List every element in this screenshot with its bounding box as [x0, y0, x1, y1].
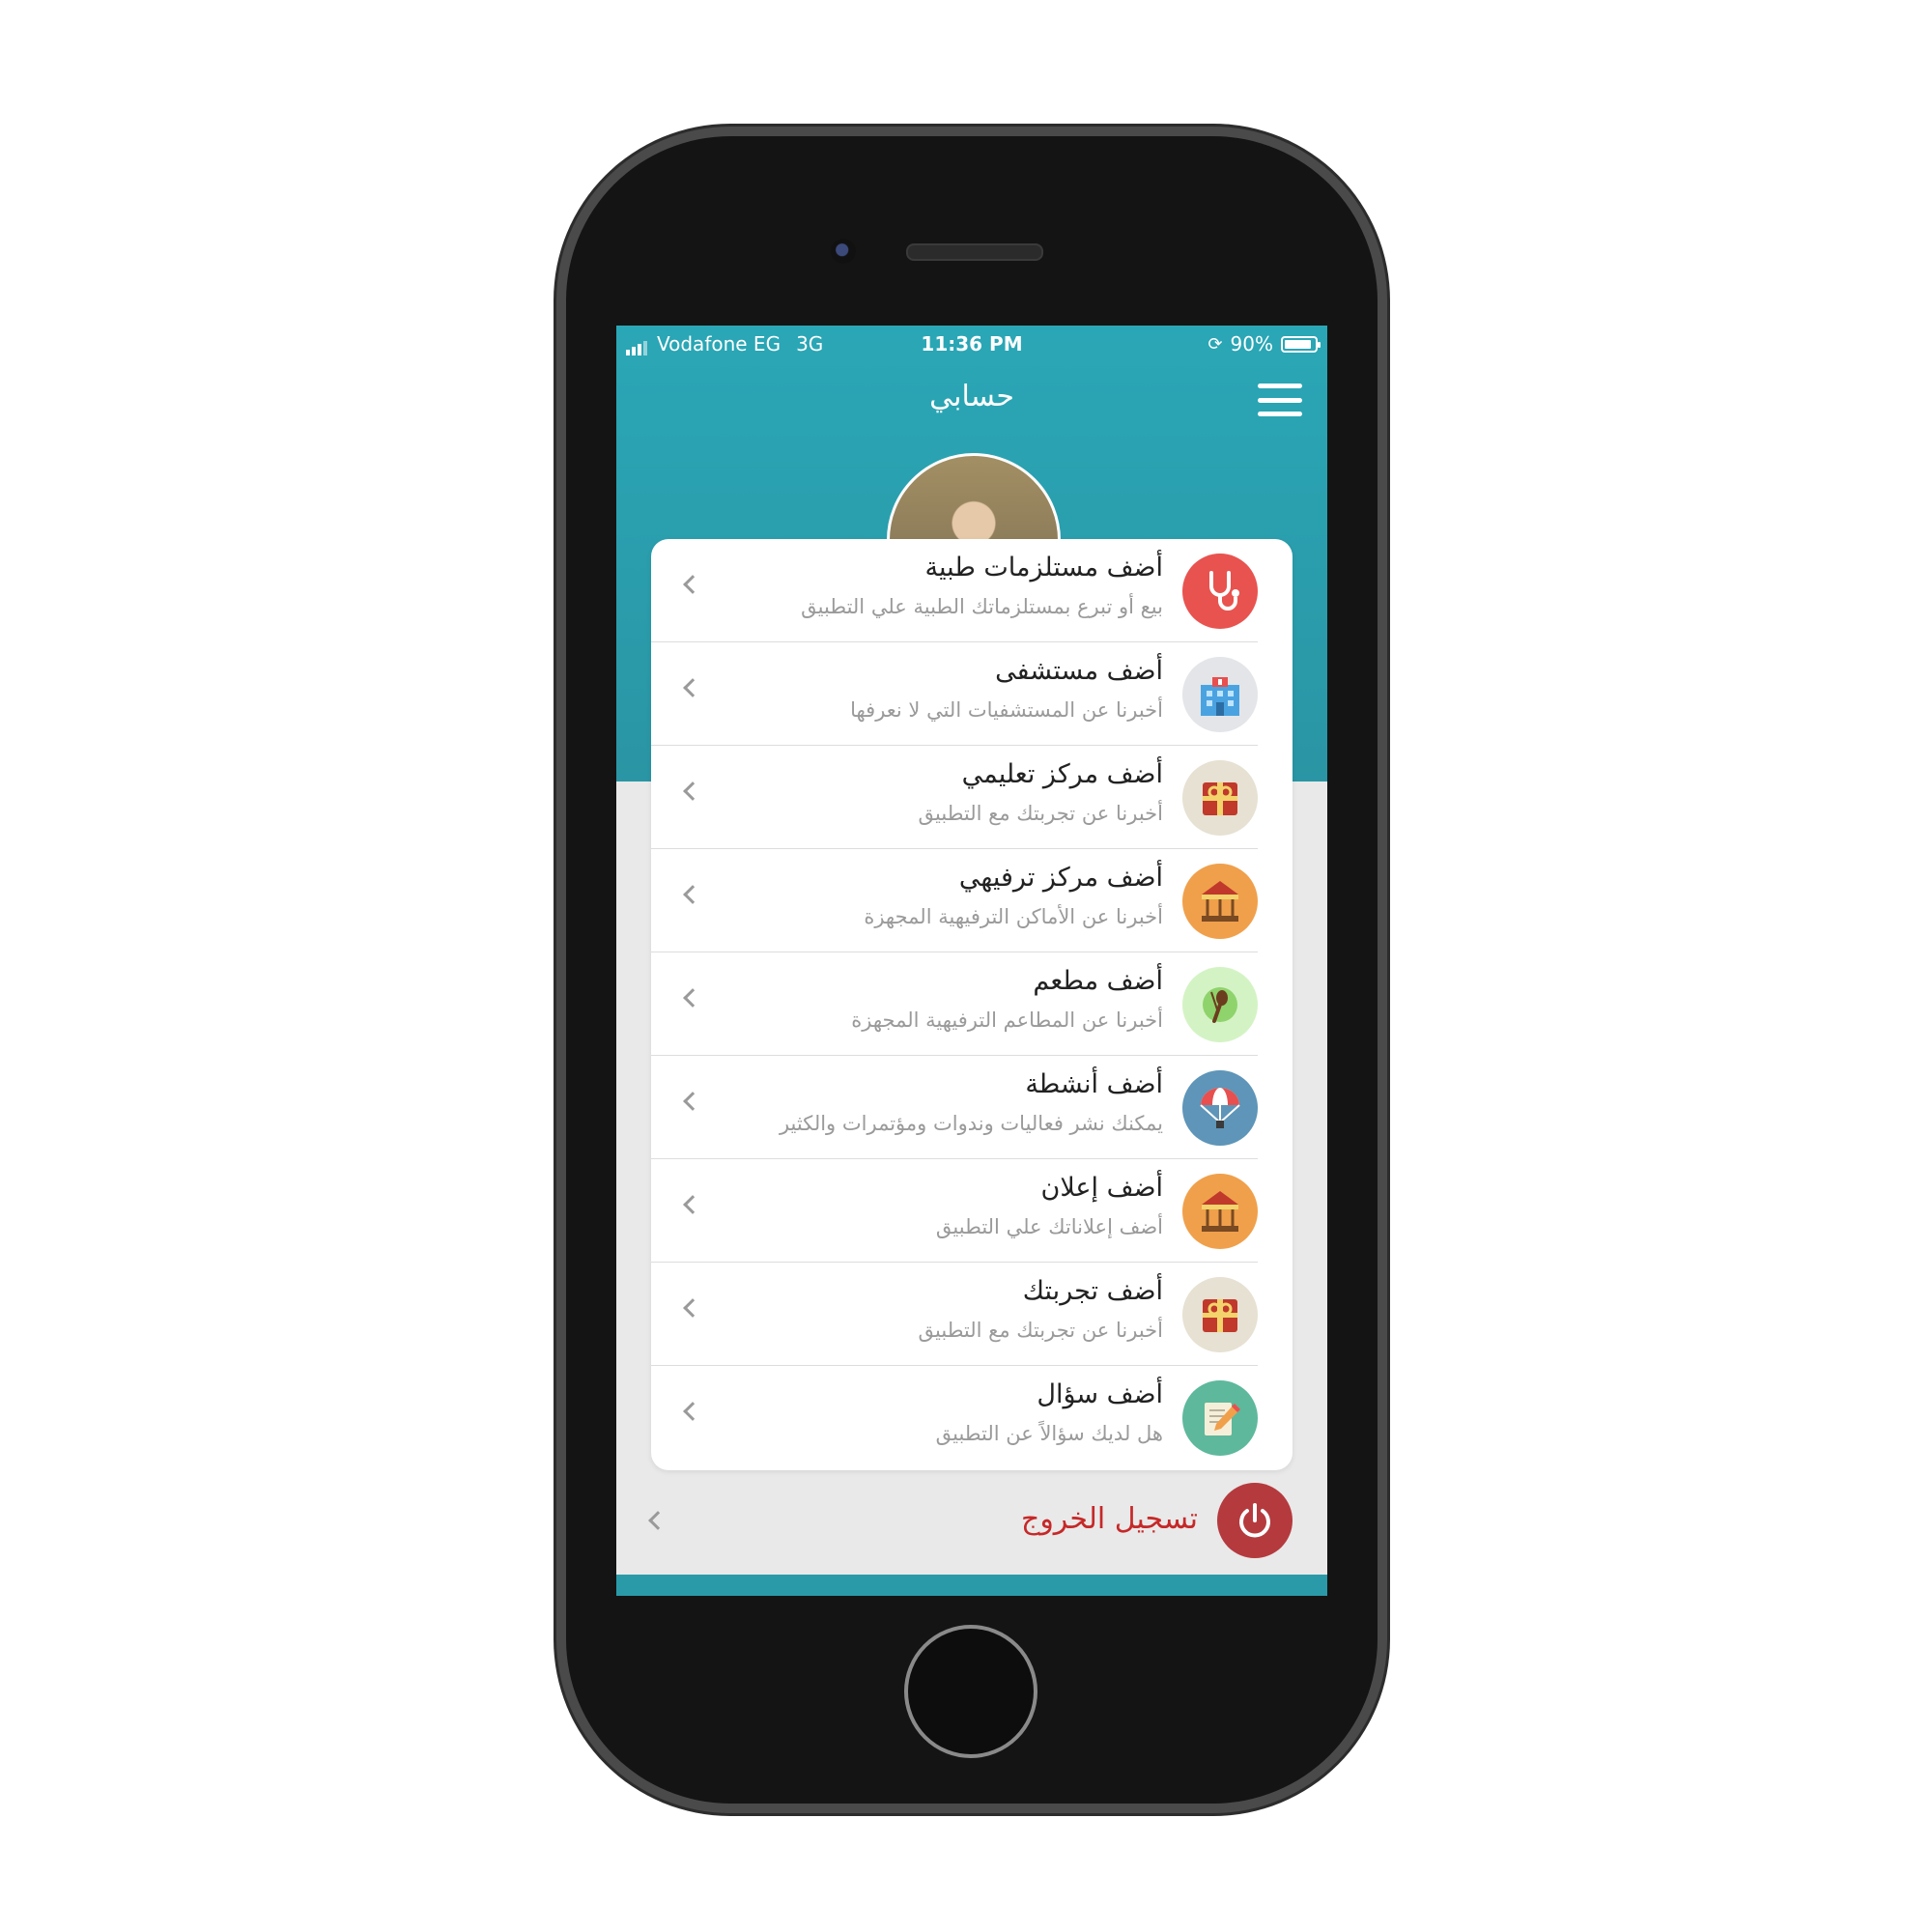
gift-icon [1182, 1277, 1258, 1352]
menu-item-title: أضف سؤال [1037, 1379, 1163, 1409]
volume-up-button [558, 491, 566, 612]
menu-item-subtitle: أخبرنا عن تجربتك مع التطبيق [918, 1319, 1163, 1342]
menu-item-subtitle: أخبرنا عن تجربتك مع التطبيق [918, 802, 1163, 825]
spoon-fork-icon [1182, 967, 1258, 1042]
home-button[interactable] [904, 1625, 1037, 1758]
menu-item[interactable]: أضف أنشطة يمكنك نشر فعاليات وندوات ومؤتمر… [651, 1056, 1293, 1159]
status-bar: Vodafone EG 3G 11:36 PM ⟳ 90% [616, 326, 1327, 360]
rotation-lock-icon: ⟳ [1208, 333, 1223, 355]
page-title: حسابي [929, 380, 1014, 413]
volume-down-button [558, 645, 566, 767]
chevron-left-icon [648, 1511, 668, 1530]
chevron-left-icon [683, 575, 702, 594]
bottom-bar [616, 1575, 1327, 1596]
parachute-icon [1182, 1070, 1258, 1146]
menu-item-title: أضف مستلزمات طبية [924, 553, 1163, 582]
battery-icon [1281, 335, 1321, 353]
chevron-left-icon [683, 885, 702, 904]
carousel-icon [1182, 864, 1258, 939]
chevron-left-icon [683, 1195, 702, 1214]
menu-item[interactable]: أضف إعلان أضف إعلاناتك علي التطبيق [651, 1159, 1293, 1263]
menu-item[interactable]: أضف تجربتك أخبرنا عن تجربتك مع التطبيق [651, 1263, 1293, 1366]
hamburger-menu-icon[interactable] [1258, 384, 1302, 416]
chevron-left-icon [683, 1092, 702, 1111]
menu-item-subtitle: بيع أو تبرع بمستلزماتك الطبية علي التطبي… [801, 595, 1163, 618]
menu-item[interactable]: أضف مستلزمات طبية بيع أو تبرع بمستلزماتك … [651, 539, 1293, 642]
menu-card: أضف مستلزمات طبية بيع أو تبرع بمستلزماتك … [651, 539, 1293, 1470]
hospital-icon [1182, 657, 1258, 732]
menu-item-title: أضف أنشطة [1025, 1069, 1163, 1099]
menu-item[interactable]: أضف مركز ترفيهي أخبرنا عن الأماكن الترفيه… [651, 849, 1293, 952]
menu-item-title: أضف مركز ترفيهي [958, 863, 1163, 893]
battery-percentage: 90% [1230, 332, 1273, 355]
chevron-left-icon [683, 1402, 702, 1421]
mute-switch [558, 348, 566, 415]
menu-item[interactable]: أضف مستشفى أخبرنا عن المستشفيات التي لا ن… [651, 642, 1293, 746]
chevron-left-icon [683, 678, 702, 697]
earpiece-speaker [906, 243, 1043, 261]
gift-icon [1182, 760, 1258, 836]
menu-item-title: أضف إعلان [1040, 1173, 1163, 1203]
carousel-icon [1182, 1174, 1258, 1249]
menu-item-subtitle: أخبرنا عن الأماكن الترفيهية المجهزة [864, 905, 1163, 928]
menu-item-subtitle: أخبرنا عن المستشفيات التي لا نعرفها [850, 698, 1163, 722]
power-icon [1217, 1483, 1293, 1558]
logout-button[interactable]: تسجيل الخروج [616, 1483, 1327, 1560]
menu-item-subtitle: هل لديك سؤالاً عن التطبيق [935, 1422, 1163, 1445]
app-screen: Vodafone EG 3G 11:36 PM ⟳ 90% حسابي أضف … [616, 326, 1327, 1596]
menu-item-subtitle: يمكنك نشر فعاليات وندوات ومؤتمرات والكثي… [779, 1112, 1163, 1135]
menu-item-subtitle: أضف إعلاناتك علي التطبيق [935, 1215, 1163, 1238]
chevron-left-icon [683, 988, 702, 1008]
chevron-left-icon [683, 1298, 702, 1318]
menu-item-title: أضف تجربتك [1022, 1276, 1163, 1306]
logout-label: تسجيل الخروج [1020, 1502, 1198, 1536]
menu-item[interactable]: أضف مطعم أخبرنا عن المطاعم الترفيهية المج… [651, 952, 1293, 1056]
menu-item[interactable]: أضف سؤال هل لديك سؤالاً عن التطبيق [651, 1366, 1293, 1469]
chevron-left-icon [683, 781, 702, 801]
front-camera [831, 239, 856, 264]
pencil-note-icon [1182, 1380, 1258, 1456]
menu-item-title: أضف مطعم [1033, 966, 1163, 996]
menu-item-subtitle: أخبرنا عن المطاعم الترفيهية المجهزة [851, 1009, 1163, 1032]
power-side-button [1378, 491, 1385, 612]
stethoscope-icon [1182, 554, 1258, 629]
menu-item-title: أضف مركز تعليمي [961, 759, 1163, 789]
menu-item-title: أضف مستشفى [995, 656, 1163, 686]
battery-level [1285, 339, 1311, 349]
menu-item[interactable]: أضف مركز تعليمي أخبرنا عن تجربتك مع التطب… [651, 746, 1293, 849]
